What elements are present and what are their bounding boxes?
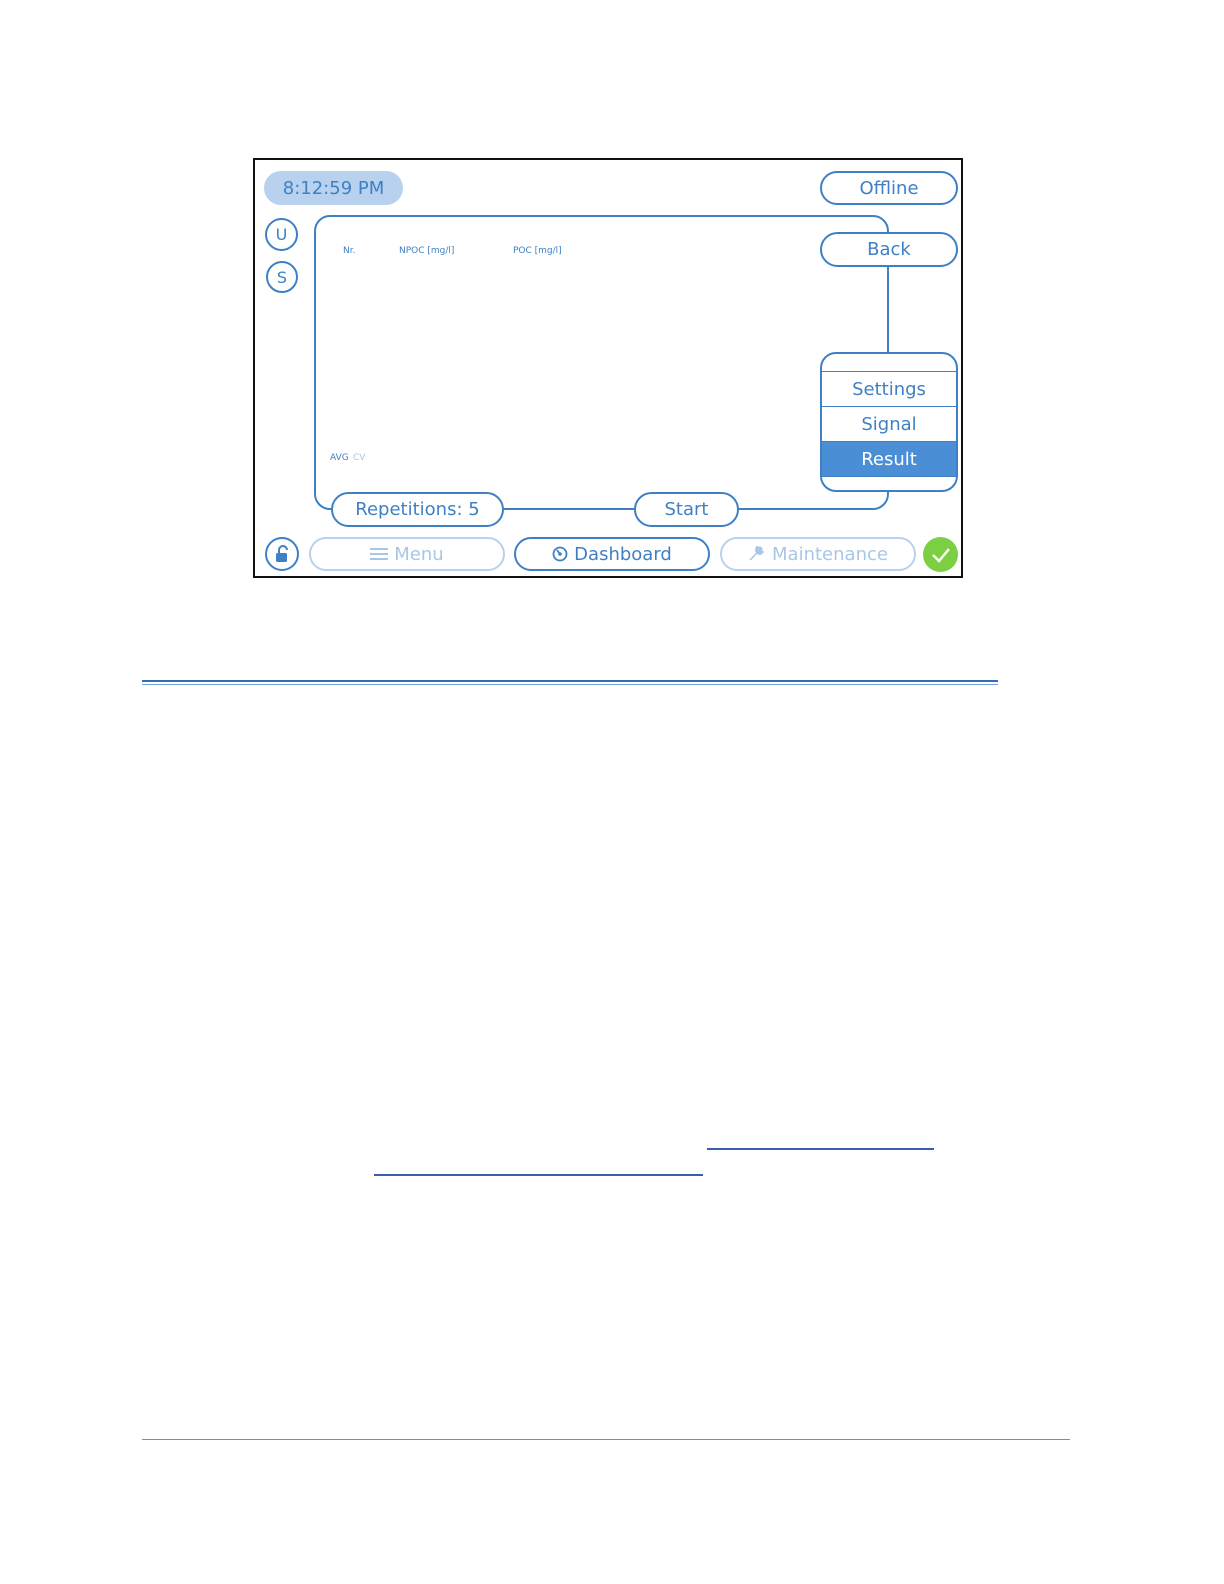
section-divider bbox=[142, 680, 998, 682]
tab-signal[interactable]: Signal bbox=[822, 407, 956, 442]
column-header-npoc: NPOC [mg/l] bbox=[399, 246, 455, 256]
results-panel bbox=[314, 215, 889, 510]
menu-button[interactable]: Menu bbox=[309, 537, 505, 571]
hyperlink-underline[interactable] bbox=[707, 1148, 934, 1150]
start-label: Start bbox=[664, 499, 709, 520]
system-button[interactable]: S bbox=[266, 261, 298, 293]
maintenance-label: Maintenance bbox=[772, 543, 888, 565]
avg-label: AVG bbox=[330, 453, 349, 463]
offline-label: Offline bbox=[859, 177, 919, 199]
wrench-icon bbox=[749, 546, 765, 561]
menu-label: Menu bbox=[394, 543, 444, 565]
system-button-label: S bbox=[276, 267, 288, 287]
repetitions-label: Repetitions: 5 bbox=[355, 499, 480, 520]
user-button-label: U bbox=[275, 225, 288, 244]
column-header-poc: POC [mg/l] bbox=[513, 246, 562, 256]
time-display: 8:12:59 PM bbox=[264, 171, 403, 205]
check-icon bbox=[931, 547, 950, 563]
back-label: Back bbox=[867, 239, 911, 260]
status-indicator[interactable] bbox=[923, 537, 958, 572]
dashboard-button[interactable]: Dashboard bbox=[514, 537, 710, 571]
section-divider-thin bbox=[142, 684, 998, 685]
lock-button[interactable] bbox=[265, 537, 299, 571]
dashboard-label: Dashboard bbox=[574, 543, 672, 565]
gauge-icon bbox=[552, 546, 568, 562]
tab-signal-label: Signal bbox=[861, 413, 917, 435]
hyperlink-underline-2[interactable] bbox=[374, 1174, 703, 1176]
time-text: 8:12:59 PM bbox=[282, 177, 385, 199]
tab-result-label: Result bbox=[861, 448, 917, 470]
instrument-screen: 8:12:59 PM Offline U S Nr. NPOC [mg/l] P… bbox=[253, 158, 963, 578]
tab-result[interactable]: Result bbox=[822, 442, 956, 477]
panel-connector bbox=[887, 256, 889, 356]
column-header-nr: Nr. bbox=[343, 246, 356, 256]
footer-rule bbox=[142, 1439, 1070, 1440]
tab-settings[interactable]: Settings bbox=[822, 372, 956, 407]
tab-group-top bbox=[822, 354, 956, 372]
start-button[interactable]: Start bbox=[634, 492, 739, 527]
view-tab-group: Settings Signal Result bbox=[820, 352, 958, 492]
user-button[interactable]: U bbox=[265, 218, 298, 251]
back-button[interactable]: Back bbox=[820, 232, 958, 267]
repetitions-button[interactable]: Repetitions: 5 bbox=[331, 492, 504, 527]
hamburger-icon bbox=[370, 548, 389, 560]
cv-label: CV bbox=[353, 453, 366, 463]
maintenance-button[interactable]: Maintenance bbox=[720, 537, 916, 571]
tab-settings-label: Settings bbox=[852, 378, 926, 400]
offline-button[interactable]: Offline bbox=[820, 171, 958, 205]
unlock-icon bbox=[276, 545, 288, 562]
